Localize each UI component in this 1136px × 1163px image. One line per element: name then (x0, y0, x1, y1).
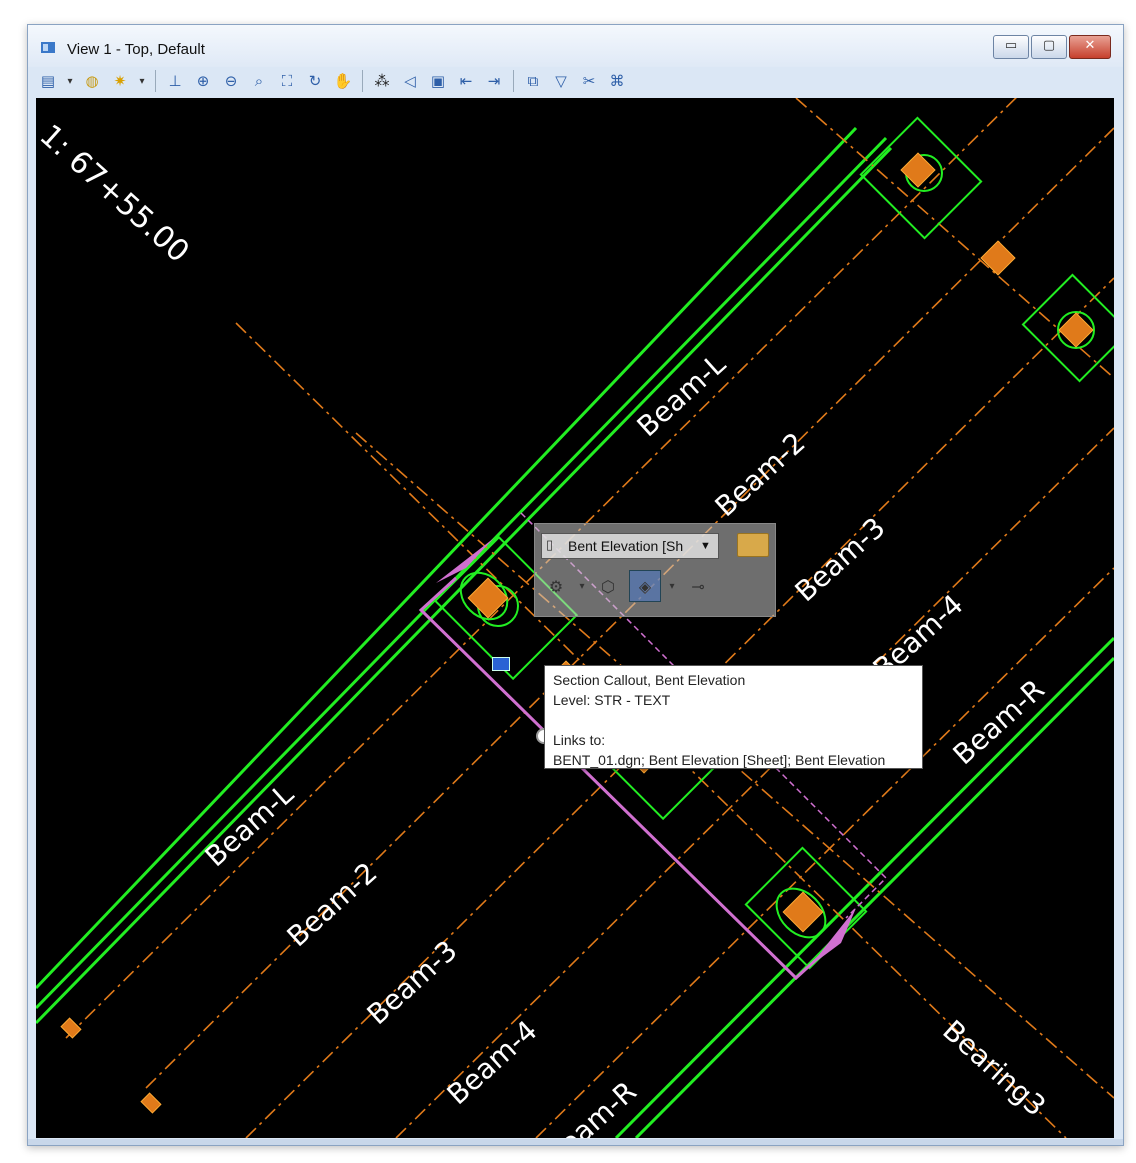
tooltip-links-value: BENT_01.dgn; Bent Elevation [Sheet]; Ben… (553, 752, 886, 768)
minimize-button[interactable]: ▭ (993, 35, 1029, 59)
folder-icon[interactable] (737, 533, 769, 557)
pan-view-icon[interactable]: ✋ (331, 69, 355, 93)
beam-label: Beam-R (947, 673, 1051, 771)
cad-drawing: 1: 67+55.00 Beam-L Beam-2 Beam-3 Beam-4 … (36, 98, 1114, 1138)
link-dropdown-value: Bent Elevation [Sh (568, 538, 684, 554)
maximize-button[interactable]: ▢ (1031, 35, 1067, 59)
close-button[interactable]: ✕ (1069, 35, 1111, 59)
close-icon: ✕ (1084, 38, 1096, 53)
clip-volume-icon[interactable]: ⇥ (482, 69, 506, 93)
drawing-canvas[interactable]: 1: 67+55.00 Beam-L Beam-2 Beam-3 Beam-4 … (36, 98, 1114, 1138)
rotate-view-icon[interactable]: ↻ (303, 69, 327, 93)
clip-mask-icon[interactable]: ⧉ (521, 69, 545, 93)
tooltip-links-heading: Links to: (553, 732, 606, 748)
bearing-pad (60, 1017, 82, 1039)
sheet-icon: ▯ (546, 537, 554, 552)
bearing-pad (900, 152, 936, 188)
bearing-pad (782, 891, 824, 933)
display-rules-icon[interactable]: ⌘ (605, 69, 629, 93)
view-toolbar: ▤ ▾ ◍ ✷ ▾ ⊥ ⊕ ⊖ ⌕ ⛶ ↻ ✋ ⁂ ◁ ▣ ⇤ ⇥ ⧉ ▽ ✂ … (36, 67, 629, 95)
link-icon[interactable]: ⊸ (683, 571, 713, 601)
reference-icon[interactable]: ⚙ (541, 571, 571, 601)
lighting-icon[interactable]: ✷ (108, 69, 132, 93)
zoom-out-icon[interactable]: ⊖ (219, 69, 243, 93)
context-toolbox: ▯ Bent Elevation [Sh ▼ ⚙ ▾ ⬡ ◈ ▾ ⊸ (534, 523, 776, 617)
bearing-pad (980, 240, 1016, 276)
fit-view-icon[interactable]: ⛶ (275, 69, 299, 93)
clip-icon[interactable]: ◈ (629, 570, 661, 602)
view-previous-icon[interactable]: ◁ (398, 69, 422, 93)
bearing-pad (1058, 312, 1094, 348)
zoom-in-icon[interactable]: ⊕ (191, 69, 215, 93)
section-callout-line (418, 576, 833, 981)
beam-label: Beam-3 (789, 511, 892, 608)
view-icon (41, 42, 55, 53)
copy-view-icon[interactable]: ⇤ (454, 69, 478, 93)
update-view-icon[interactable]: ⊥ (163, 69, 187, 93)
walk-icon[interactable]: ⁂ (370, 69, 394, 93)
reference-dropdown-icon[interactable]: ▾ (577, 571, 587, 601)
window-bottom-border (28, 1139, 1123, 1145)
chevron-down-icon: ▼ (700, 540, 711, 552)
lighting-dropdown-icon[interactable]: ▾ (136, 69, 148, 93)
clip-dropdown-icon[interactable]: ▾ (667, 571, 677, 601)
link-dropdown[interactable]: ▯ Bent Elevation [Sh ▼ (541, 533, 719, 559)
element-tooltip: Section Callout, Bent Elevation Level: S… (544, 665, 923, 769)
window-title: View 1 - Top, Default (67, 41, 205, 58)
section-cut-icon[interactable]: ⬡ (593, 571, 623, 601)
tooltip-level: Level: STR - TEXT (553, 692, 671, 708)
toolbar-divider (155, 70, 156, 92)
beam-label: Beam-2 (709, 426, 812, 523)
tooltip-element-type: Section Callout, Bent Elevation (553, 672, 746, 688)
minimize-icon: ▭ (1004, 38, 1018, 53)
camera-icon[interactable]: ▽ (549, 69, 573, 93)
beam-centerline (535, 567, 1114, 1138)
title-bar[interactable]: View 1 - Top, Default ▭ ▢ ✕ (28, 25, 1123, 67)
window-area-icon[interactable]: ⌕ (247, 69, 271, 93)
link-badge-icon[interactable] (492, 657, 510, 671)
toolbar-divider (513, 70, 514, 92)
view-next-icon[interactable]: ▣ (426, 69, 450, 93)
view-attributes-icon[interactable]: ▤ (36, 69, 60, 93)
bearing-label: Bearing3 (936, 1014, 1052, 1123)
beam-label: Beam-4 (441, 1014, 544, 1111)
display-style-icon[interactable]: ◍ (80, 69, 104, 93)
station-label: 1: 67+55.00 (36, 118, 196, 270)
bearing-pad (140, 1092, 162, 1114)
beam-label: Beam-3 (361, 934, 464, 1031)
beam-label: Beam-2 (281, 856, 384, 953)
maximize-icon: ▢ (1042, 38, 1056, 53)
toolbar-divider (362, 70, 363, 92)
section-icon[interactable]: ✂ (577, 69, 601, 93)
view-attributes-dropdown-icon[interactable]: ▾ (64, 69, 76, 93)
